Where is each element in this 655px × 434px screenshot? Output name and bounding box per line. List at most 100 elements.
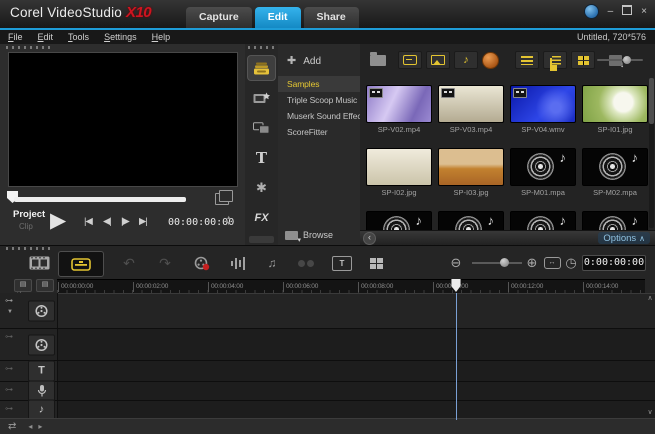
media-thumbnail-image[interactable] xyxy=(582,85,648,123)
video-track-button[interactable] xyxy=(28,300,55,321)
chevron-down-icon[interactable]: ▼ xyxy=(7,309,13,315)
media-item[interactable]: ♪ xyxy=(580,211,648,231)
media-thumbnail-audio[interactable]: ♪ xyxy=(366,211,432,231)
category-filter[interactable]: FX xyxy=(248,206,275,230)
media-item[interactable]: ♪SP-M02.mpa xyxy=(580,148,648,197)
scroll-down-icon[interactable]: ∨ xyxy=(646,408,654,418)
subtitle-editor-button[interactable]: T xyxy=(328,251,356,275)
media-item[interactable]: ♪ xyxy=(508,211,578,231)
media-thumbnail-image[interactable] xyxy=(438,148,504,186)
ripple-edit-icon[interactable]: ⊶ xyxy=(5,364,13,373)
library-item[interactable]: Muserk Sound Effect xyxy=(278,108,360,124)
options-button[interactable]: Options ∧ xyxy=(598,232,650,244)
category-instant-project[interactable] xyxy=(248,86,275,110)
timeline-view-button[interactable] xyxy=(58,251,104,277)
close-button[interactable]: × xyxy=(641,5,647,18)
menu-file[interactable]: File xyxy=(8,32,23,42)
play-button[interactable]: ▶ xyxy=(50,206,66,236)
title-track-button[interactable]: T xyxy=(28,361,55,382)
media-item[interactable]: SP-I01.jpg xyxy=(580,85,648,134)
clip-mode-label[interactable]: Clip xyxy=(19,222,33,231)
ripple-edit-icon[interactable]: ⊶ xyxy=(5,385,13,394)
media-thumbnail-image[interactable] xyxy=(366,148,432,186)
voice-track-button[interactable] xyxy=(28,381,55,402)
sound-mixer-button[interactable] xyxy=(224,251,252,275)
media-scrollbar[interactable] xyxy=(649,78,654,228)
menu-settings[interactable]: Settings xyxy=(104,32,137,42)
motion-tracking-button[interactable] xyxy=(293,251,319,275)
tab-capture[interactable]: Capture xyxy=(186,7,252,28)
redo-button[interactable]: ↷ xyxy=(152,251,178,275)
add-folder-button[interactable]: ✚Add xyxy=(287,54,321,67)
minimize-button[interactable]: – xyxy=(608,5,614,18)
scroll-right-icon[interactable]: ▸ xyxy=(38,422,42,431)
media-thumbnail-audio[interactable]: ♪ xyxy=(582,148,648,186)
category-graphic[interactable]: ✱ xyxy=(248,176,275,200)
panel-drag-handle[interactable] xyxy=(248,46,276,49)
media-thumbnail-video[interactable] xyxy=(438,85,504,123)
ripple-edit-icon[interactable]: ⊶ xyxy=(5,404,13,413)
media-thumbnail-video[interactable] xyxy=(510,85,576,123)
zoom-in-button[interactable]: ⊕ xyxy=(522,251,542,275)
track-content-overlay[interactable] xyxy=(58,329,655,360)
storyboard-view-button[interactable] xyxy=(24,251,54,275)
media-thumbnail-audio[interactable]: ♪ xyxy=(582,211,648,231)
ripple-edit-icon[interactable]: ⊶ xyxy=(5,296,13,305)
media-item[interactable]: SP-I02.jpg xyxy=(364,148,434,197)
media-thumbnail-audio[interactable]: ♪ xyxy=(438,211,504,231)
media-thumbnail-audio[interactable]: ♪ xyxy=(510,211,576,231)
preview-timecode[interactable]: 00:00:00:00 xyxy=(168,217,234,228)
track-content-video[interactable] xyxy=(58,293,655,328)
scroll-up-icon[interactable]: ∧ xyxy=(646,294,654,304)
tab-share[interactable]: Share xyxy=(304,7,359,28)
overlay-track-button[interactable] xyxy=(28,334,55,355)
library-item[interactable]: ScoreFitter xyxy=(278,124,360,140)
timeline-timecode[interactable]: 0:00:00:00 xyxy=(582,255,646,271)
track-manager-button-2[interactable]: ▤ xyxy=(36,279,54,292)
media-item[interactable]: ♪SP-M01.mpa xyxy=(508,148,578,197)
media-thumbnail-audio[interactable]: ♪ xyxy=(510,148,576,186)
media-thumbnail-video[interactable] xyxy=(366,85,432,123)
library-item[interactable]: Triple Scoop Music xyxy=(278,92,360,108)
track-manager-button[interactable]: ▤ xyxy=(14,279,32,292)
category-transition[interactable] xyxy=(248,116,275,140)
media-item[interactable]: SP-I03.jpg xyxy=(436,148,506,197)
tab-edit[interactable]: Edit xyxy=(255,7,301,28)
maximize-button[interactable] xyxy=(622,5,632,19)
next-frame-button[interactable]: |▶ xyxy=(121,216,129,227)
category-title[interactable]: T xyxy=(248,146,275,170)
end-button[interactable]: ▶| xyxy=(139,216,147,227)
project-mode-label[interactable]: Project xyxy=(13,209,45,220)
track-content-title[interactable] xyxy=(58,361,655,381)
timeline-zoom-slider[interactable] xyxy=(472,262,522,264)
auto-music-button[interactable]: ♫ xyxy=(258,251,286,275)
category-media[interactable] xyxy=(248,56,275,80)
multicam-editor-button[interactable] xyxy=(362,251,390,275)
scrollbar-thumb[interactable] xyxy=(649,78,654,124)
menu-help[interactable]: Help xyxy=(152,32,171,42)
prev-frame-button[interactable]: ◀| xyxy=(103,216,111,227)
library-item[interactable]: Samples xyxy=(278,76,360,92)
collapse-left-button[interactable]: ‹ xyxy=(363,232,376,245)
media-item[interactable]: SP-V03.mp4 xyxy=(436,85,506,134)
menu-edit[interactable]: Edit xyxy=(38,32,54,42)
fit-timeline-button[interactable]: ↔ xyxy=(541,251,563,275)
enlarge-preview-icon[interactable] xyxy=(215,193,229,205)
panel-drag-handle[interactable] xyxy=(6,46,52,49)
ripple-edit-icon[interactable]: ⊶ xyxy=(5,332,13,341)
media-item[interactable]: SP-V02.mp4 xyxy=(364,85,434,134)
timecode-spinner[interactable]: ▲▼ xyxy=(226,215,231,227)
zoom-out-button[interactable]: ⊖ xyxy=(446,251,466,275)
browse-button[interactable]: Browse xyxy=(285,230,333,240)
project-duration-button[interactable]: ◷ xyxy=(561,251,581,275)
zoom-slider-knob[interactable] xyxy=(500,258,509,267)
scrubber-bar[interactable] xyxy=(14,197,186,202)
media-item[interactable]: ♪ xyxy=(436,211,506,231)
track-content-voice[interactable] xyxy=(58,382,655,400)
undo-button[interactable]: ↶ xyxy=(116,251,142,275)
swap-tracks-icon[interactable]: ⇄ xyxy=(8,421,16,432)
record-capture-button[interactable] xyxy=(188,251,216,275)
help-icon[interactable] xyxy=(584,4,599,19)
menu-tools[interactable]: Tools xyxy=(68,32,89,42)
home-button[interactable]: |◀ xyxy=(84,216,92,227)
